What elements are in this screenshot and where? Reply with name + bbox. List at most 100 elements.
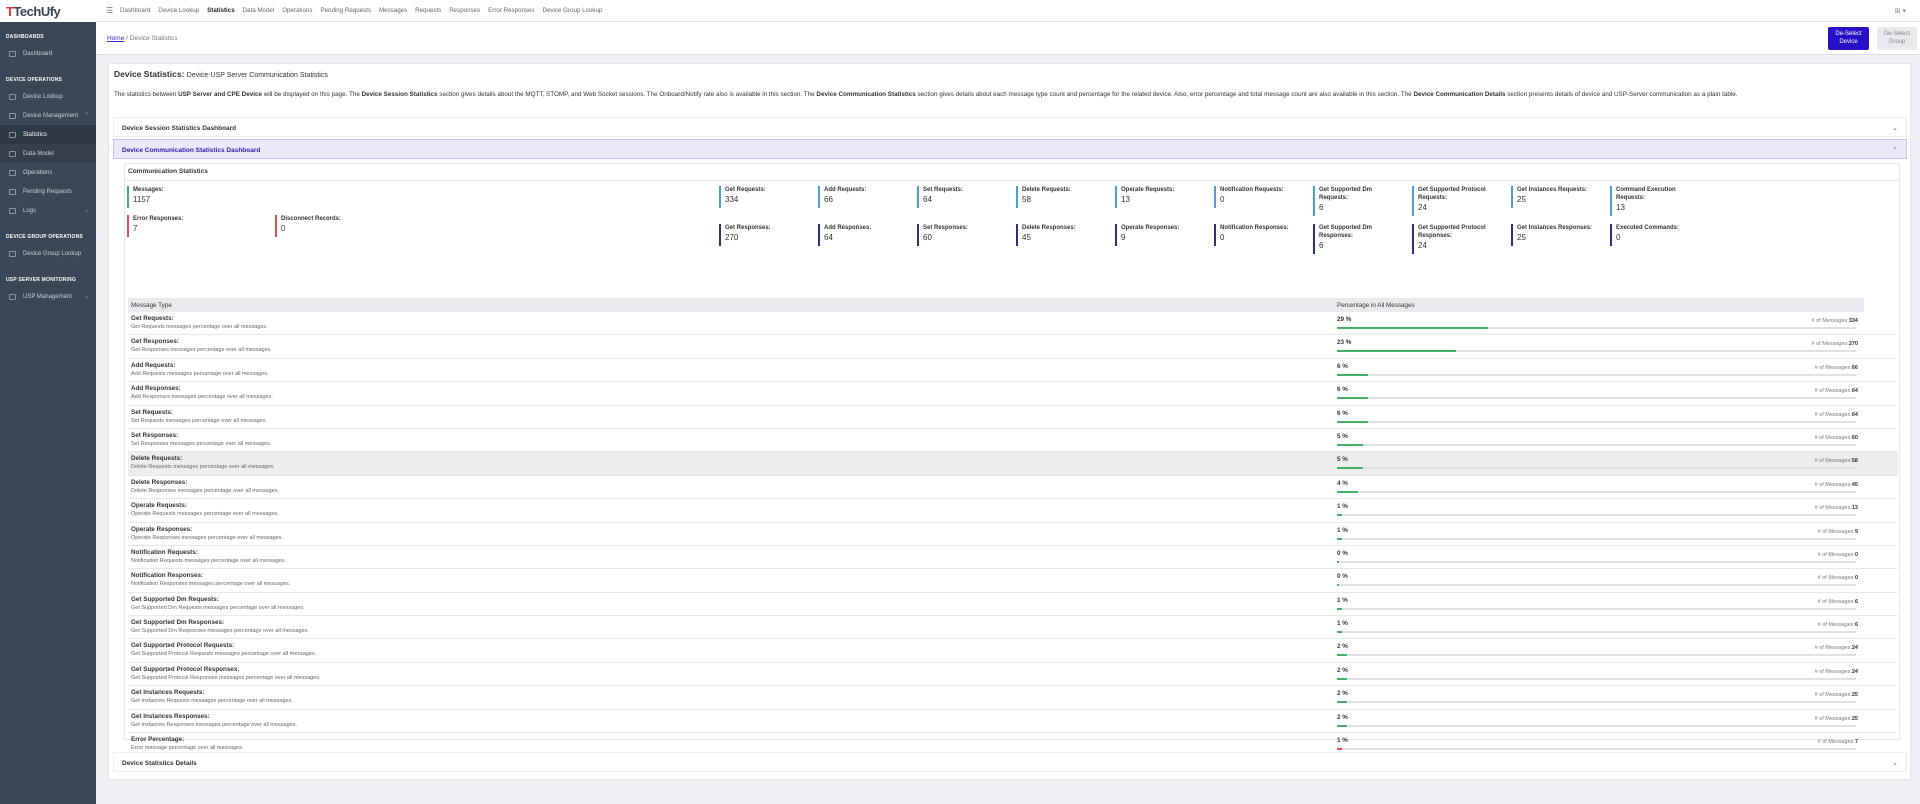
breadcrumb-current: Device Statistics [129,35,178,42]
percentage-value: 2 % [1337,690,1348,698]
message-type-name: Delete Requests: [131,455,183,463]
message-type-description: Set Requests messages percentage over al… [131,417,268,424]
stat-operate-responses: Operate Responses: 9 [1115,224,1191,246]
message-count: # of Messages:6 [1817,598,1858,605]
sidebar-item-dashboard[interactable]: Dashboard [0,44,96,63]
accordion-statistics-details[interactable]: Device Statistics Details ⌄ [113,752,1907,772]
percentage-progress-bar [1337,701,1856,704]
message-type-description: Operate Requests messages percentage ove… [131,511,279,518]
message-type-name: Error Percentage: [131,736,185,744]
progress-fill [1337,584,1339,587]
message-type-description: Notification Responses messages percenta… [131,581,291,588]
stat-disconnect-records: Disconnect Records: 0 [275,215,341,237]
progress-fill [1337,514,1343,517]
accordion-session-statistics[interactable]: Device Session Statistics Dashboard ⌄ [113,117,1907,137]
chevron-down-icon: ⌄ [1892,125,1898,132]
message-count: # of Messages:6 [1817,622,1858,629]
search-icon [9,207,16,214]
communication-statistics-title: Communication Statistics [128,168,208,175]
sidebar-section-device-group-operations: DEVICE GROUP OPERATIONS [6,234,83,240]
chevron-up-icon: ⌃ [83,113,89,119]
top-navbar: ☰ Dashboard Device Lookup Statistics Dat… [96,0,1920,22]
message-type-name: Operate Requests: [131,502,187,510]
message-type-name: Get Instances Responses: [131,712,210,720]
nav-device-group-lookup[interactable]: Device Group Lookup [543,7,603,14]
statistics-icon [9,131,16,138]
progress-fill [1337,677,1348,680]
percentage-progress-bar [1337,397,1856,400]
progress-fill [1337,607,1343,610]
percentage-value: 1 % [1337,737,1348,745]
table-body: Get Requests: Get Requests messages perce… [128,312,1898,757]
message-type-description: Get Supported Protocol Responses message… [131,674,321,681]
chevron-down-icon: ⌄ [83,294,89,300]
techufy-logo[interactable]: T TechUfy [0,0,96,22]
message-type-description: Add Responses messages percentage over a… [131,394,273,401]
stat-get-instances-requests: Get Instances Requests: 25 [1511,186,1597,208]
percentage-value: 1 % [1337,526,1348,534]
percentage-value: 23 % [1337,339,1352,347]
accordion-communication-statistics[interactable]: Device Communication Statistics Dashboar… [113,139,1907,159]
nav-data-model[interactable]: Data Model [243,7,275,14]
nav-requests[interactable]: Requests [415,7,441,14]
stat-delete-requests: Delete Requests: 58 [1016,186,1092,208]
table-row: Get Supported Dm Requests: Get Supported … [128,593,1898,617]
stat-get-responses: Get Responses: 270 [719,224,795,246]
percentage-value: 6 % [1337,386,1348,394]
percentage-value: 4 % [1337,479,1348,487]
col-header-percentage: Percentage in All Messages [1337,302,1415,309]
message-type-name: Set Requests: [131,408,173,416]
nav-statistics[interactable]: Statistics [207,7,235,14]
table-row: Delete Requests: Delete Requests messages… [128,452,1898,476]
nav-device-lookup[interactable]: Device Lookup [158,7,199,14]
message-type-description: Add Requests messages percentage over al… [131,370,269,377]
sidebar-item-device-management[interactable]: Device Management ⌃ [0,106,96,125]
sidebar-item-device-group-lookup[interactable]: Device Group Lookup [0,244,96,263]
sidebar: T TechUfy DASHBOARDS Dashboard DEVICE OPE… [0,0,96,804]
percentage-progress-bar [1337,607,1856,610]
deselect-device-button[interactable]: De-Select Device [1828,27,1869,50]
sidebar-item-logs[interactable]: Logs ⌄ [0,201,96,220]
table-row: Get Instances Responses: Get Instances Re… [128,710,1898,734]
nav-operations[interactable]: Operations [282,7,312,14]
stat-command-execution-requests: Command Execution Requests: 13 [1610,186,1682,216]
top-nav-links: Dashboard Device Lookup Statistics Data … [120,7,608,14]
operations-icon [9,169,16,176]
deselect-group-button[interactable]: De-Select Group [1877,27,1917,50]
nav-dashboard[interactable]: Dashboard [120,7,150,14]
nav-messages[interactable]: Messages [379,7,407,14]
group-icon [9,250,16,257]
message-count: # of Messages:25 [1814,715,1858,722]
progress-fill [1337,467,1363,470]
message-type-name: Get Instances Requests: [131,689,205,697]
sidebar-item-device-lookup[interactable]: Device Lookup [0,87,96,106]
stat-add-requests: Add Requests: 66 [818,186,894,208]
apps-grid-icon[interactable]: ⊞ ▾ [1895,7,1906,15]
table-row: Notification Requests: Notification Reque… [128,546,1898,570]
sidebar-item-data-model[interactable]: Data Model [0,144,96,163]
breadcrumb-bar: Home / Device Statistics [96,22,1920,55]
progress-fill [1337,631,1343,634]
nav-pending-requests[interactable]: Pending Requests [320,7,371,14]
percentage-value: 2 % [1337,643,1348,651]
table-row: Set Requests: Set Requests messages perce… [128,406,1898,429]
sidebar-item-usp-management[interactable]: USP Management ⌄ [0,287,96,306]
percentage-value: 5 % [1337,432,1348,440]
message-type-name: Notification Responses: [131,572,204,580]
message-type-table: Message Type Percentage in All Messages … [128,298,1898,757]
stat-get-supported-dm-requests: Get Supported Dm Requests: 6 [1313,186,1379,216]
nav-error-responses[interactable]: Error Responses [488,7,534,14]
breadcrumb-home-link[interactable]: Home [107,35,124,42]
sidebar-item-operations[interactable]: Operations [0,163,96,182]
nav-responses[interactable]: Responses [449,7,480,14]
sidebar-item-pending-requests[interactable]: Pending Requests [0,182,96,201]
message-type-description: Delete Requests messages percentage over… [131,464,275,471]
communication-statistics-panel: Communication Statistics Messages: 1157 E… [124,163,1901,757]
table-row: Get Supported Protocol Responses: Get Sup… [128,663,1898,687]
progress-fill [1337,537,1343,540]
page-title: Device Statistics: Device-USP Server Com… [114,69,328,79]
message-count: # of Messages:24 [1814,668,1858,675]
hamburger-menu-icon[interactable]: ☰ [106,6,113,15]
percentage-progress-bar [1337,420,1856,423]
sidebar-item-statistics[interactable]: Statistics [0,125,96,144]
